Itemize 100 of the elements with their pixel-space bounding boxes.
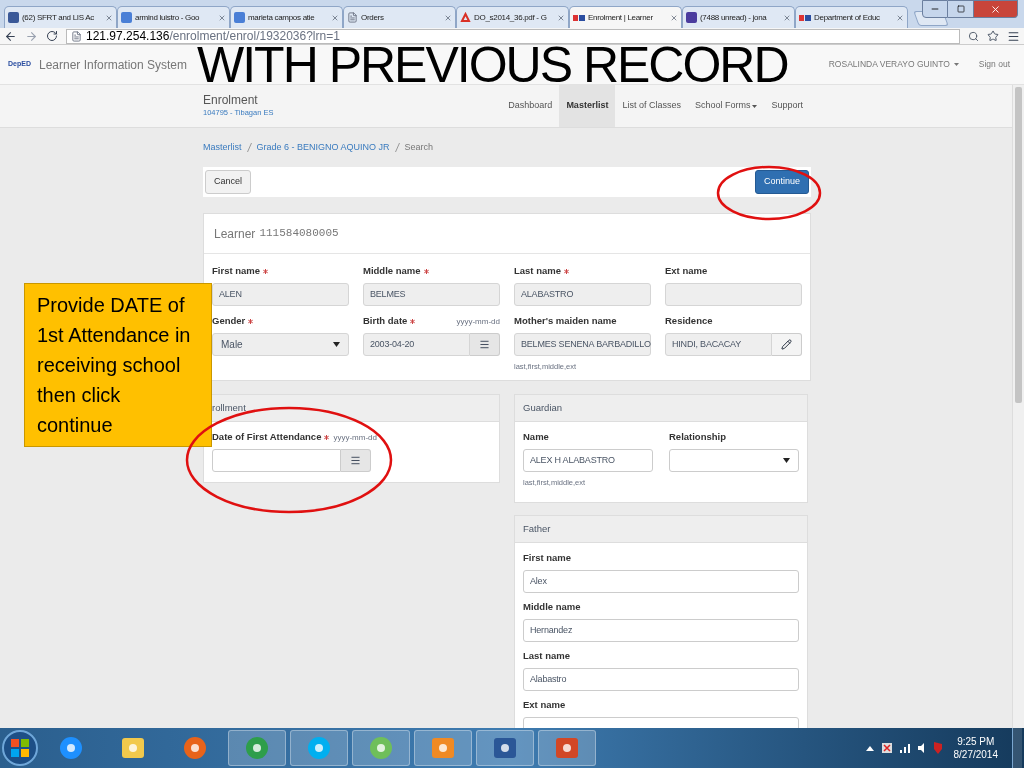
close-icon[interactable] <box>670 13 678 22</box>
clock-time[interactable]: 9:25 PM <box>957 735 995 748</box>
field-label: Birth date <box>363 313 408 328</box>
callout-box: Provide DATE of 1st Attendance in receiving school then click continue <box>24 283 212 447</box>
round-app-icon <box>306 735 332 761</box>
taskbar-item[interactable] <box>476 730 534 766</box>
field-label: Last name <box>523 649 570 663</box>
text-field[interactable]: ALEN <box>212 283 349 306</box>
taskbar-item[interactable] <box>414 730 472 766</box>
text-field[interactable]: BELMES <box>363 283 500 306</box>
text-field[interactable]: BELMES SENENA BARBADILLO <box>514 333 651 356</box>
reload-icon[interactable] <box>46 30 58 42</box>
start-button[interactable] <box>2 730 38 766</box>
page-icon <box>347 12 358 23</box>
calendar-icon <box>350 455 361 466</box>
nav-item[interactable]: Masterlist <box>559 85 616 127</box>
close-icon[interactable] <box>331 13 339 22</box>
close-icon[interactable] <box>218 13 226 22</box>
date-field[interactable]: 2003-04-20 <box>363 333 470 356</box>
close-icon[interactable] <box>444 13 452 22</box>
text-field[interactable]: Alex <box>523 570 799 594</box>
text-field[interactable]: Alabastro <box>523 668 799 692</box>
round-app-icon <box>58 735 84 761</box>
browser-tab[interactable]: Orders <box>343 6 456 28</box>
caret-icon <box>953 63 959 66</box>
section-title: Guardian <box>523 400 563 415</box>
date-field[interactable] <box>212 449 341 472</box>
sign-out-link[interactable]: Sign out <box>978 58 1010 71</box>
text-field[interactable]: HINDI, BACACAY <box>665 333 772 356</box>
browser-tab[interactable]: Enrolment | Learner <box>569 6 682 28</box>
taskbar-item[interactable] <box>228 730 286 766</box>
brand-link[interactable]: Learner Information System <box>38 55 188 74</box>
edit-button[interactable] <box>772 333 802 356</box>
caret-icon <box>333 342 340 347</box>
zoom-icon[interactable] <box>968 30 979 42</box>
field-label: First name <box>212 263 261 278</box>
maximize-button[interactable] <box>948 0 974 18</box>
menu-icon[interactable] <box>1007 29 1020 43</box>
cancel-button[interactable]: Cancel <box>205 170 251 194</box>
windows-logo-icon <box>11 739 29 757</box>
round-app-icon <box>368 735 394 761</box>
clock-date[interactable]: 8/27/2014 <box>953 748 998 761</box>
text-field[interactable]: Hernandez <box>523 619 799 643</box>
scroll-thumb[interactable] <box>1015 87 1022 403</box>
calendar-button[interactable] <box>341 449 371 472</box>
round-app-icon <box>182 735 208 761</box>
select-field[interactable]: Male <box>212 333 349 356</box>
taskbar-item[interactable] <box>538 730 596 766</box>
lrn-number: 111584080005 <box>259 226 339 242</box>
calendar-button[interactable] <box>470 333 500 356</box>
logo-icon <box>573 13 585 22</box>
field-label: Middle name <box>363 263 421 278</box>
continue-button[interactable]: Continue <box>754 170 809 194</box>
close-button[interactable] <box>974 0 1018 18</box>
nav-item[interactable]: List of Classes <box>615 85 688 127</box>
minimize-button[interactable] <box>922 0 948 18</box>
breadcrumb-link[interactable]: Masterlist <box>203 140 242 155</box>
page-title: Enrolment <box>203 93 259 107</box>
field-label: Residence <box>665 313 713 328</box>
learner-label: Learner <box>214 225 256 243</box>
back-icon[interactable] <box>4 29 17 43</box>
show-desktop-button[interactable] <box>1012 728 1022 768</box>
field-label: Gender <box>212 313 246 328</box>
forward-icon[interactable] <box>25 29 38 43</box>
browser-tab[interactable]: Department of Educ <box>795 6 908 28</box>
close-icon[interactable] <box>105 13 113 22</box>
text-field[interactable] <box>665 283 802 306</box>
field-label: Ext name <box>523 698 566 712</box>
scroll-bar[interactable] <box>1012 85 1024 728</box>
browser-tab[interactable]: armind luistro - Goo <box>117 6 230 28</box>
field-label: Relationship <box>669 429 726 444</box>
close-icon[interactable] <box>783 13 791 22</box>
browser-tab[interactable]: DO_s2014_36.pdf - G <box>456 6 569 28</box>
bookmark-icon[interactable] <box>987 30 999 42</box>
select-field[interactable] <box>669 449 799 472</box>
field-label: Name <box>523 429 549 444</box>
close-icon[interactable] <box>557 13 565 22</box>
text-field[interactable]: ALABASTRO <box>514 283 651 306</box>
nav-item[interactable]: Support <box>764 85 810 127</box>
browser-tab[interactable]: marieta campos atie <box>230 6 343 28</box>
browser-tab[interactable]: (7488 unread) - jona <box>682 6 795 28</box>
pencil-icon <box>781 339 792 350</box>
field-label: Last name <box>514 263 561 278</box>
annotation-title: WITH PREVIOUS RECORD <box>197 46 788 84</box>
square-app-icon <box>120 735 146 761</box>
section-title: rollment <box>212 400 246 415</box>
square-icon <box>234 12 245 23</box>
browser-tab[interactable]: (62) SFRT and LIS Ac <box>4 6 117 28</box>
square-icon <box>121 12 132 23</box>
close-icon[interactable] <box>896 13 904 22</box>
taskbar-item[interactable] <box>352 730 410 766</box>
nav-item[interactable]: School Forms <box>687 85 765 127</box>
address-field[interactable]: 121.97.254.136/enrolment/enrol/1932036?lrn=1 <box>66 28 960 44</box>
round-app-icon <box>244 735 270 761</box>
nav-item[interactable]: Dashboard <box>501 85 560 127</box>
breadcrumb-current: Search <box>404 140 434 154</box>
breadcrumb-link[interactable]: Grade 6 - BENIGNO AQUINO JR <box>256 140 390 155</box>
text-field[interactable]: ALEX H ALABASTRO <box>523 449 653 472</box>
user-menu[interactable]: ROSALINDA VERAYO GUINTO <box>828 58 950 71</box>
taskbar-item[interactable] <box>290 730 348 766</box>
